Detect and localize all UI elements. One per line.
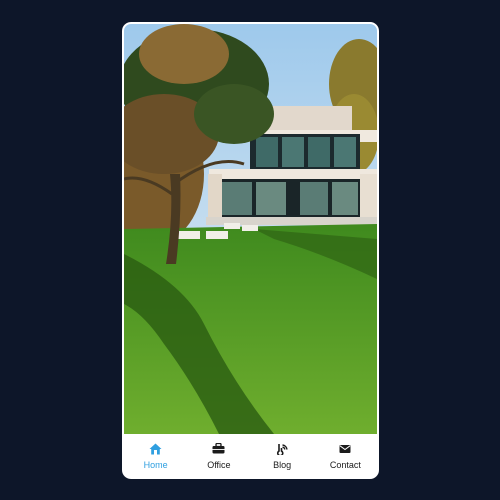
bottom-nav: Home Office Blog Contact [124,434,377,477]
nav-label-home: Home [143,459,168,470]
nav-item-contact[interactable]: Contact [314,434,377,477]
nav-label-contact: Contact [329,459,361,470]
nav-label-office: Office [207,459,231,470]
home-icon [149,442,163,456]
phone-frame: Home Office Blog Contact [122,22,379,479]
nav-item-home[interactable]: Home [124,434,187,477]
nav-item-blog[interactable]: Blog [251,434,314,477]
mail-icon [338,442,352,456]
briefcase-icon [212,442,226,456]
nav-label-blog: Blog [273,459,292,470]
blog-icon [275,442,289,456]
hero-photo [124,24,377,434]
nav-item-office[interactable]: Office [187,434,250,477]
